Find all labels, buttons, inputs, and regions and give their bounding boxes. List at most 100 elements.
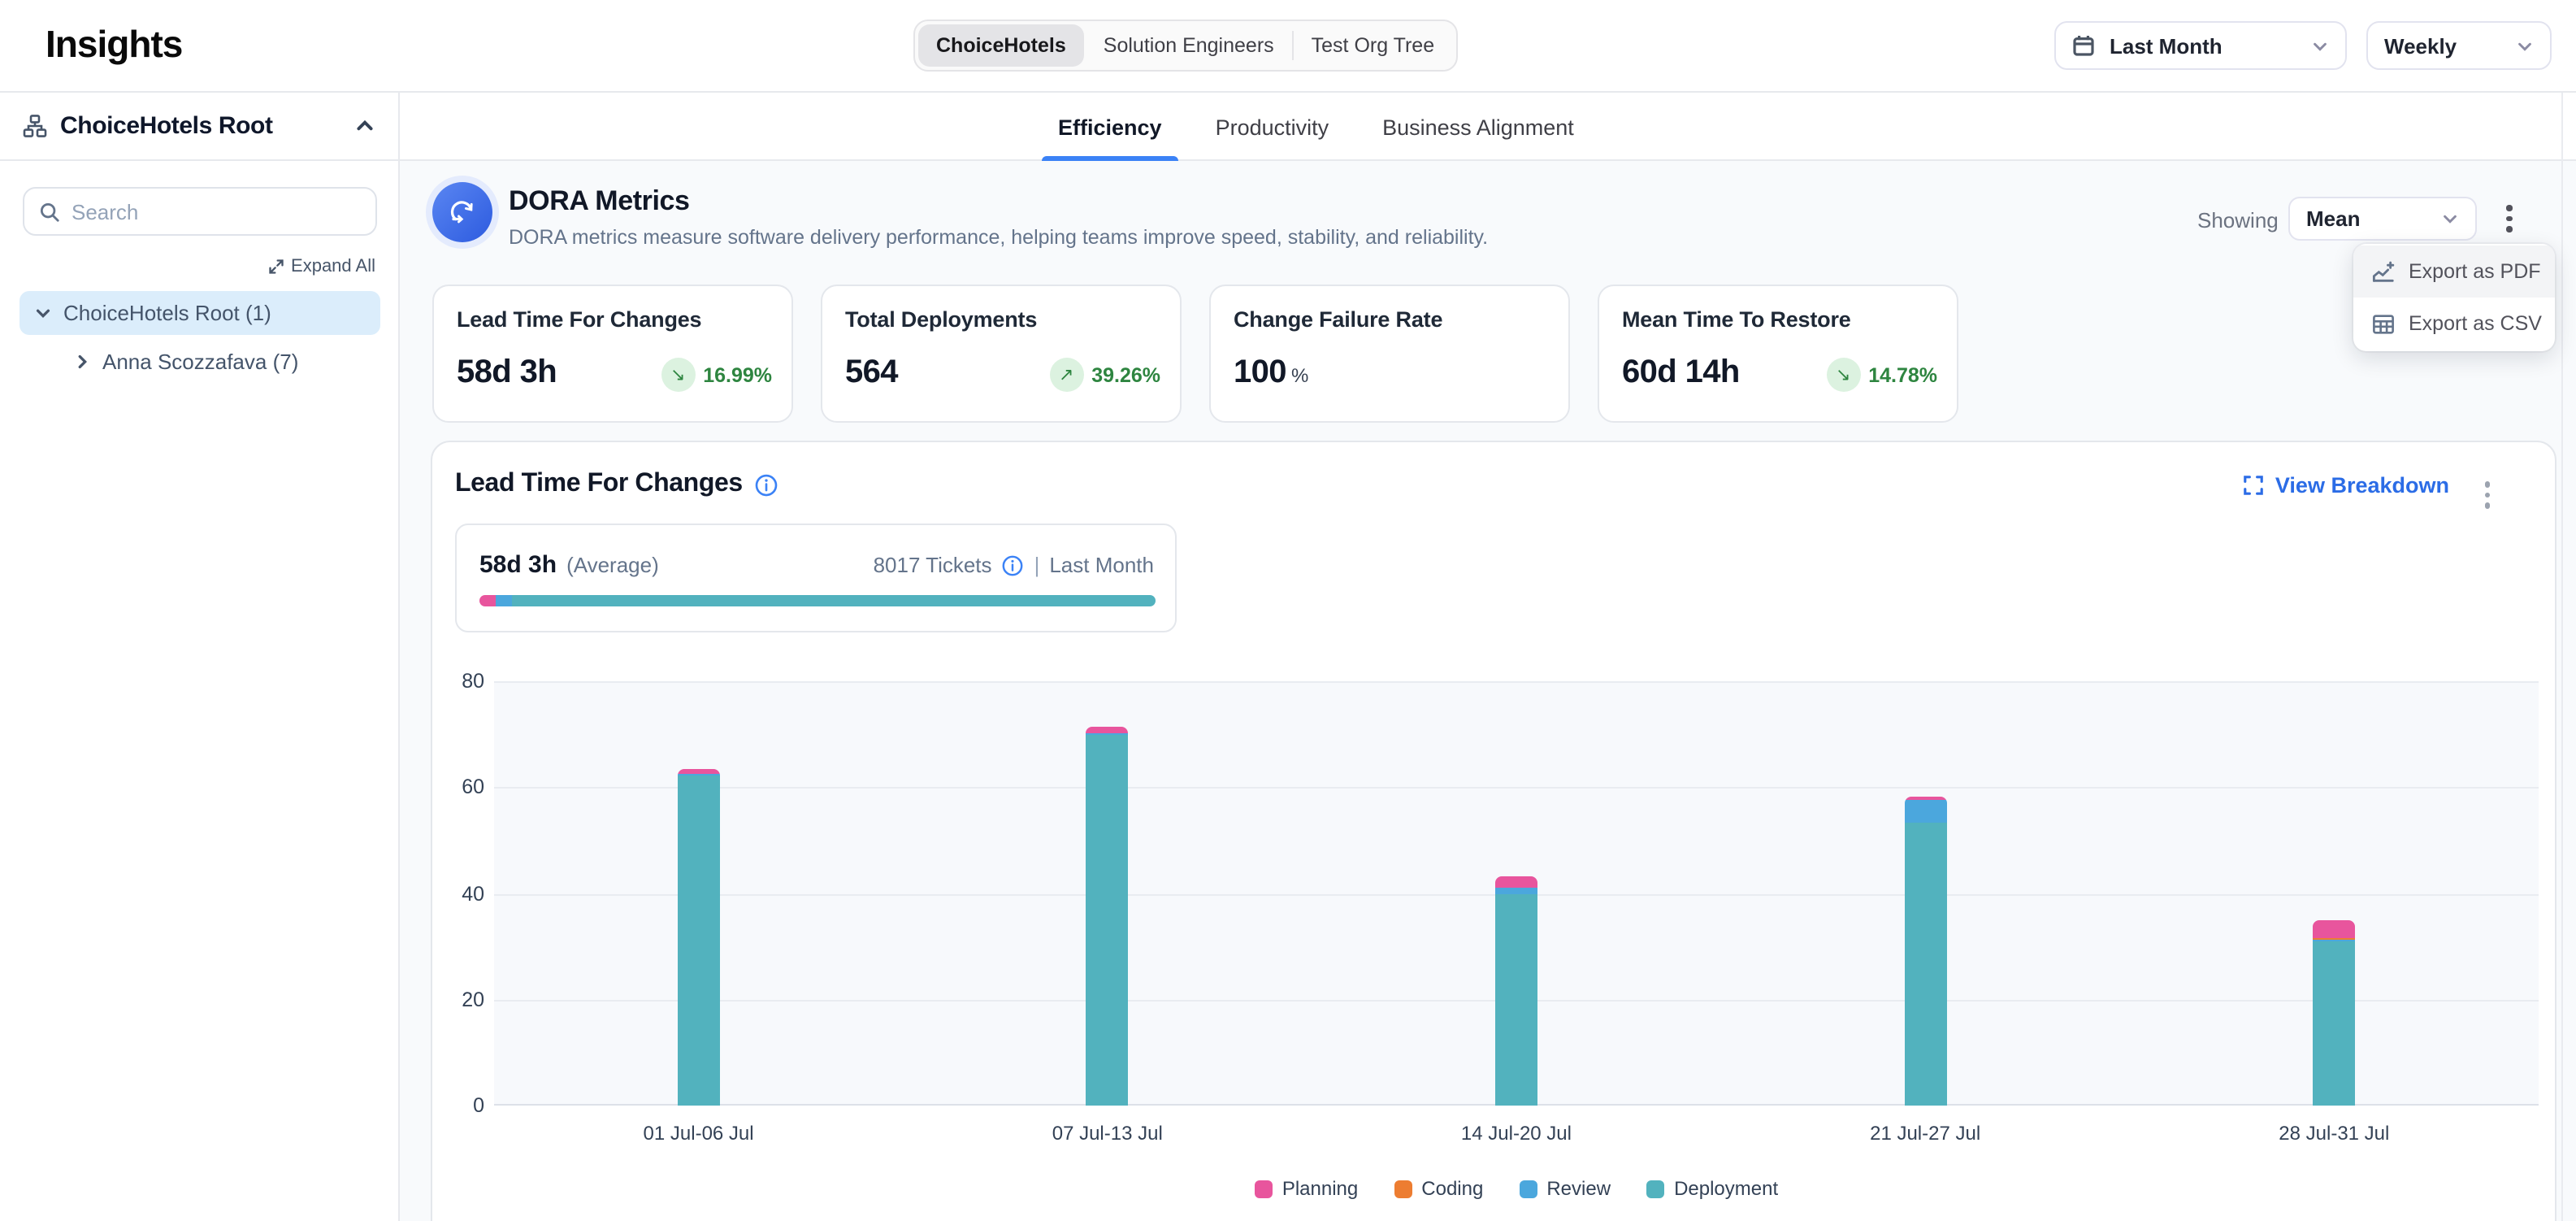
y-tick-label: 0 bbox=[436, 1094, 484, 1117]
metric-card-value: 58d 3h bbox=[457, 354, 557, 392]
legend-chip bbox=[1646, 1180, 1664, 1197]
search-box bbox=[23, 187, 377, 236]
dora-kebab-menu-button[interactable] bbox=[2500, 198, 2518, 238]
chevron-up-icon[interactable] bbox=[354, 115, 375, 137]
metric-card-lead-time-for-changes: Lead Time For Changes58d 3h↘16.99% bbox=[432, 285, 793, 423]
scrollbar-track[interactable] bbox=[2561, 93, 2563, 1221]
trend-percent: 39.26% bbox=[1091, 363, 1160, 386]
menu-item-label: Export as CSV bbox=[2409, 312, 2542, 335]
menu-item-export-as-pdf[interactable]: Export as PDF bbox=[2353, 246, 2555, 298]
dora-metrics-subtitle: DORA metrics measure software delivery p… bbox=[509, 226, 1488, 249]
calendar-icon bbox=[2072, 34, 2095, 57]
average-value: 58d 3h bbox=[479, 551, 557, 579]
info-icon[interactable] bbox=[754, 472, 778, 497]
chevron-down-icon bbox=[2311, 37, 2329, 54]
view-breakdown-button[interactable]: View Breakdown bbox=[2243, 473, 2449, 498]
metric-cards-row: Lead Time For Changes58d 3h↘16.99% Total … bbox=[432, 285, 1958, 423]
lead-time-title-row: Lead Time For Changes bbox=[455, 470, 778, 499]
legend-chip bbox=[1519, 1180, 1537, 1197]
org-chart-icon bbox=[23, 114, 47, 138]
bar-segment-deployment bbox=[2313, 941, 2355, 1106]
chevron-right-icon[interactable] bbox=[73, 353, 91, 371]
average-summary-box: 58d 3h (Average) 8017 Tickets | Last Mon… bbox=[455, 524, 1177, 632]
showing-mean-select[interactable]: Mean bbox=[2288, 197, 2477, 241]
progress-segment-review bbox=[496, 595, 512, 606]
expand-corners-icon bbox=[2243, 475, 2264, 496]
legend-item-review: Review bbox=[1519, 1177, 1611, 1200]
legend-chip bbox=[1255, 1180, 1273, 1197]
progress-segment-planning bbox=[479, 595, 496, 606]
tab-efficiency[interactable]: Efficiency bbox=[1048, 93, 1172, 161]
x-tick-label: 01 Jul-06 Jul bbox=[494, 1122, 903, 1145]
bar-segment-deployment bbox=[1086, 734, 1129, 1106]
bar-segment-planning bbox=[1086, 727, 1129, 733]
metric-card-value: 564 bbox=[845, 354, 898, 392]
y-tick-label: 40 bbox=[436, 882, 484, 905]
granularity-select[interactable]: Weekly bbox=[2366, 21, 2552, 70]
stacked-bar-14-jul-20-jul[interactable] bbox=[1495, 877, 1537, 1106]
progress-segment-deployment bbox=[512, 595, 1156, 606]
x-tick-label: 21 Jul-27 Jul bbox=[1721, 1122, 2130, 1145]
trend-percent: 14.78% bbox=[1868, 363, 1937, 386]
sidebar: ChoiceHotels Root Expand All ChoiceHotel… bbox=[0, 93, 400, 1221]
bar-segment-planning bbox=[2313, 919, 2355, 938]
lead-time-kebab-menu-button[interactable] bbox=[2478, 475, 2496, 515]
stacked-bar-21-jul-27-jul[interactable] bbox=[1904, 797, 1946, 1106]
bar-segment-review bbox=[1495, 888, 1537, 893]
legend-label: Deployment bbox=[1674, 1177, 1778, 1200]
bar-slot bbox=[494, 681, 903, 1106]
bar-segment-deployment bbox=[1495, 893, 1537, 1106]
date-range-select[interactable]: Last Month bbox=[2054, 21, 2347, 70]
metric-card-value: 60d 14h bbox=[1622, 354, 1740, 392]
phase-progress-bar bbox=[479, 595, 1156, 606]
sidebar-root-label: ChoiceHotels Root bbox=[60, 112, 273, 140]
x-tick-label: 28 Jul-31 Jul bbox=[2130, 1122, 2539, 1145]
tickets-row: 8017 Tickets | Last Month bbox=[874, 553, 1154, 577]
bar-segment-review bbox=[1904, 801, 1946, 823]
expand-all-button[interactable]: Expand All bbox=[268, 257, 375, 276]
stacked-bar-07-jul-13-jul[interactable] bbox=[1086, 727, 1129, 1106]
stacked-bar-01-jul-06-jul[interactable] bbox=[678, 769, 720, 1106]
main-tab-bar: Efficiency Productivity Business Alignment bbox=[400, 93, 2576, 161]
org-tab-solution-engineers[interactable]: Solution Engineers bbox=[1086, 24, 1292, 67]
average-value-row: 58d 3h (Average) bbox=[479, 551, 659, 579]
period-label: Last Month bbox=[1049, 553, 1154, 577]
trend-badge: ↗39.26% bbox=[1049, 358, 1160, 392]
x-tick-label: 14 Jul-20 Jul bbox=[1312, 1122, 1720, 1145]
metric-card-title: Change Failure Rate bbox=[1234, 307, 1546, 332]
legend-item-coding: Coding bbox=[1394, 1177, 1483, 1200]
metric-card-title: Total Deployments bbox=[845, 307, 1157, 332]
tab-productivity[interactable]: Productivity bbox=[1206, 93, 1339, 161]
lead-time-title: Lead Time For Changes bbox=[455, 470, 743, 499]
metric-card-title: Mean Time To Restore bbox=[1622, 307, 1934, 332]
metric-value-text: 60d 14h bbox=[1622, 354, 1740, 390]
trend-down-icon: ↘ bbox=[1826, 358, 1860, 392]
menu-item-export-as-csv[interactable]: Export as CSV bbox=[2353, 298, 2555, 350]
legend-chip bbox=[1394, 1180, 1412, 1197]
metric-card-value: 100% bbox=[1234, 354, 1308, 392]
expand-diagonal-icon bbox=[268, 259, 284, 275]
stacked-bar-28-jul-31-jul[interactable] bbox=[2313, 919, 2355, 1106]
search-input[interactable] bbox=[72, 199, 361, 224]
x-tick-label: 07 Jul-13 Jul bbox=[903, 1122, 1312, 1145]
chart-line-plus-icon bbox=[2371, 259, 2396, 284]
tabs-row: Efficiency Productivity Business Alignment bbox=[1048, 93, 1584, 161]
tab-business-alignment[interactable]: Business Alignment bbox=[1373, 93, 1584, 161]
trend-badge: ↘ 14.78% bbox=[1826, 358, 1937, 392]
bar-segment-deployment bbox=[678, 776, 720, 1106]
metric-card-change-failure-rate: Change Failure Rate 100% bbox=[1209, 285, 1570, 423]
insights-page: Insights ChoiceHotelsSolution EngineersT… bbox=[0, 0, 2576, 1221]
info-icon[interactable] bbox=[1002, 554, 1025, 576]
bar-slot bbox=[903, 681, 1312, 1106]
tree-node[interactable]: ChoiceHotels Root (1) bbox=[20, 291, 380, 335]
org-tab-choicehotels[interactable]: ChoiceHotels bbox=[918, 24, 1084, 67]
top-bar: Insights ChoiceHotelsSolution EngineersT… bbox=[0, 0, 2576, 93]
legend-label: Review bbox=[1546, 1177, 1611, 1200]
x-axis-labels: 01 Jul-06 Jul07 Jul-13 Jul14 Jul-20 Jul2… bbox=[494, 1122, 2539, 1145]
y-tick-label: 20 bbox=[436, 989, 484, 1011]
main-content: DORA Metrics DORA metrics measure softwa… bbox=[400, 161, 2576, 1221]
org-switcher: ChoiceHotelsSolution EngineersTest Org T… bbox=[913, 20, 1457, 72]
chevron-down-icon[interactable] bbox=[34, 304, 52, 322]
org-tab-test-org-tree[interactable]: Test Org Tree bbox=[1294, 24, 1452, 67]
tree-node[interactable]: Anna Scozzafava (7) bbox=[59, 340, 380, 384]
